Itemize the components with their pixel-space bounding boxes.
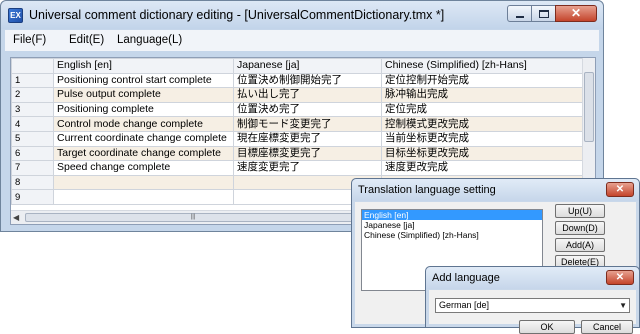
cell-english[interactable]: Target coordinate change complete: [53, 145, 234, 162]
table-row: 1 Positioning control start complete 位置決…: [11, 72, 584, 89]
add-button[interactable]: Add(A): [555, 238, 605, 252]
corner-header[interactable]: [11, 58, 54, 74]
column-header-chinese[interactable]: Chinese (Simplified) [zh-Hans]: [381, 58, 584, 74]
close-icon: ✕: [570, 6, 582, 20]
cell-english[interactable]: Speed change complete: [53, 160, 234, 176]
menu-language[interactable]: Language(L): [117, 34, 182, 46]
cancel-button[interactable]: Cancel: [581, 320, 633, 334]
maximize-button[interactable]: [531, 5, 556, 22]
row-number[interactable]: 5: [11, 130, 54, 147]
down-button[interactable]: Down(D): [555, 221, 605, 235]
cell-english[interactable]: Pulse output complete: [53, 87, 234, 103]
column-header-english[interactable]: English [en]: [53, 58, 234, 74]
language-list-item[interactable]: English [en]: [362, 210, 542, 220]
dialog-title: Add language: [432, 272, 500, 284]
cell-chinese[interactable]: 速度更改完成: [381, 160, 584, 176]
cell-chinese[interactable]: 当前坐标更改完成: [381, 130, 584, 147]
row-number[interactable]: 4: [11, 116, 54, 132]
header-row: English [en] Japanese [ja] Chinese (Simp…: [11, 58, 584, 74]
cell-chinese[interactable]: 定位控制开始完成: [381, 72, 584, 89]
close-button[interactable]: ✕: [555, 5, 597, 22]
horizontal-scroll-thumb[interactable]: |||: [25, 213, 361, 222]
close-icon: ✕: [615, 272, 625, 283]
window-title: Universal comment dictionary editing - […: [29, 8, 445, 22]
cell-chinese[interactable]: 控制模式更改完成: [381, 116, 584, 132]
dialog-title: Translation language setting: [358, 184, 496, 196]
dialog-close-button[interactable]: ✕: [606, 270, 634, 285]
cell-japanese[interactable]: 制御モード変更完了: [233, 116, 382, 132]
up-button[interactable]: Up(U): [555, 204, 605, 218]
row-number[interactable]: 8: [11, 174, 54, 191]
cell-english[interactable]: Positioning control start complete: [53, 72, 234, 89]
cell-japanese[interactable]: 位置決め完了: [233, 101, 382, 118]
table-row: 3 Positioning complete 位置決め完了 定位完成: [11, 101, 584, 118]
chevron-down-icon[interactable]: ▼: [619, 299, 627, 312]
cell-english[interactable]: Control mode change complete: [53, 116, 234, 132]
cell-chinese[interactable]: 目标坐标更改完成: [381, 145, 584, 162]
row-number[interactable]: 9: [11, 189, 54, 205]
cell-chinese[interactable]: 脉冲输出完成: [381, 87, 584, 103]
minimize-icon: [516, 16, 524, 18]
language-list-item[interactable]: Chinese (Simplified) [zh-Hans]: [362, 230, 542, 240]
cell-english[interactable]: Current coordinate change complete: [53, 130, 234, 147]
dialog-body: German [de] ▼ OK Cancel: [429, 290, 636, 334]
ok-button[interactable]: OK: [519, 320, 575, 334]
dialog-close-button[interactable]: ✕: [606, 182, 634, 197]
language-select-value: German [de]: [439, 300, 490, 310]
table-row: 5 Current coordinate change complete 現在座…: [11, 130, 584, 147]
table-row: 6 Target coordinate change complete 目標座標…: [11, 145, 584, 162]
row-number[interactable]: 1: [11, 72, 54, 89]
table-row: 7 Speed change complete 速度変更完了 速度更改完成: [11, 160, 584, 176]
app-icon: EX: [8, 8, 23, 23]
cell-chinese[interactable]: 定位完成: [381, 101, 584, 118]
cell-japanese[interactable]: 位置決め制御開始完了: [233, 72, 382, 89]
cell-english[interactable]: Positioning complete: [53, 101, 234, 118]
cell-english[interactable]: [53, 174, 234, 191]
column-header-japanese[interactable]: Japanese [ja]: [233, 58, 382, 74]
table-row: 4 Control mode change complete 制御モード変更完了…: [11, 116, 584, 132]
table-row: 2 Pulse output complete 払い出し完了 脉冲输出完成: [11, 87, 584, 103]
row-number[interactable]: 2: [11, 87, 54, 103]
close-icon: ✕: [615, 184, 625, 195]
menu-edit[interactable]: Edit(E): [69, 34, 104, 46]
dialog-title-bar[interactable]: Add language ✕: [426, 267, 639, 289]
window-controls: ✕: [507, 5, 597, 22]
menu-bar: File(F) Edit(E) Language(L): [5, 30, 599, 51]
vertical-scroll-thumb[interactable]: [584, 72, 594, 142]
language-select[interactable]: German [de] ▼: [435, 298, 630, 313]
maximize-icon: [539, 10, 549, 18]
cell-english[interactable]: [53, 189, 234, 205]
cell-japanese[interactable]: 速度変更完了: [233, 160, 382, 176]
cell-japanese[interactable]: 払い出し完了: [233, 87, 382, 103]
row-number[interactable]: 7: [11, 160, 54, 176]
add-language-dialog: Add language ✕ German [de] ▼ OK Cancel: [425, 266, 640, 334]
row-number[interactable]: 3: [11, 101, 54, 118]
scroll-left-arrow-icon[interactable]: ◀: [13, 213, 19, 222]
cell-japanese[interactable]: 目標座標変更完了: [233, 145, 382, 162]
minimize-button[interactable]: [507, 5, 532, 22]
row-number[interactable]: 6: [11, 145, 54, 162]
menu-file[interactable]: File(F): [13, 34, 46, 46]
cell-japanese[interactable]: 現在座標変更完了: [233, 130, 382, 147]
dialog-title-bar[interactable]: Translation language setting ✕: [352, 179, 639, 201]
language-list-item[interactable]: Japanese [ja]: [362, 220, 542, 230]
title-bar[interactable]: EX Universal comment dictionary editing …: [1, 1, 603, 29]
